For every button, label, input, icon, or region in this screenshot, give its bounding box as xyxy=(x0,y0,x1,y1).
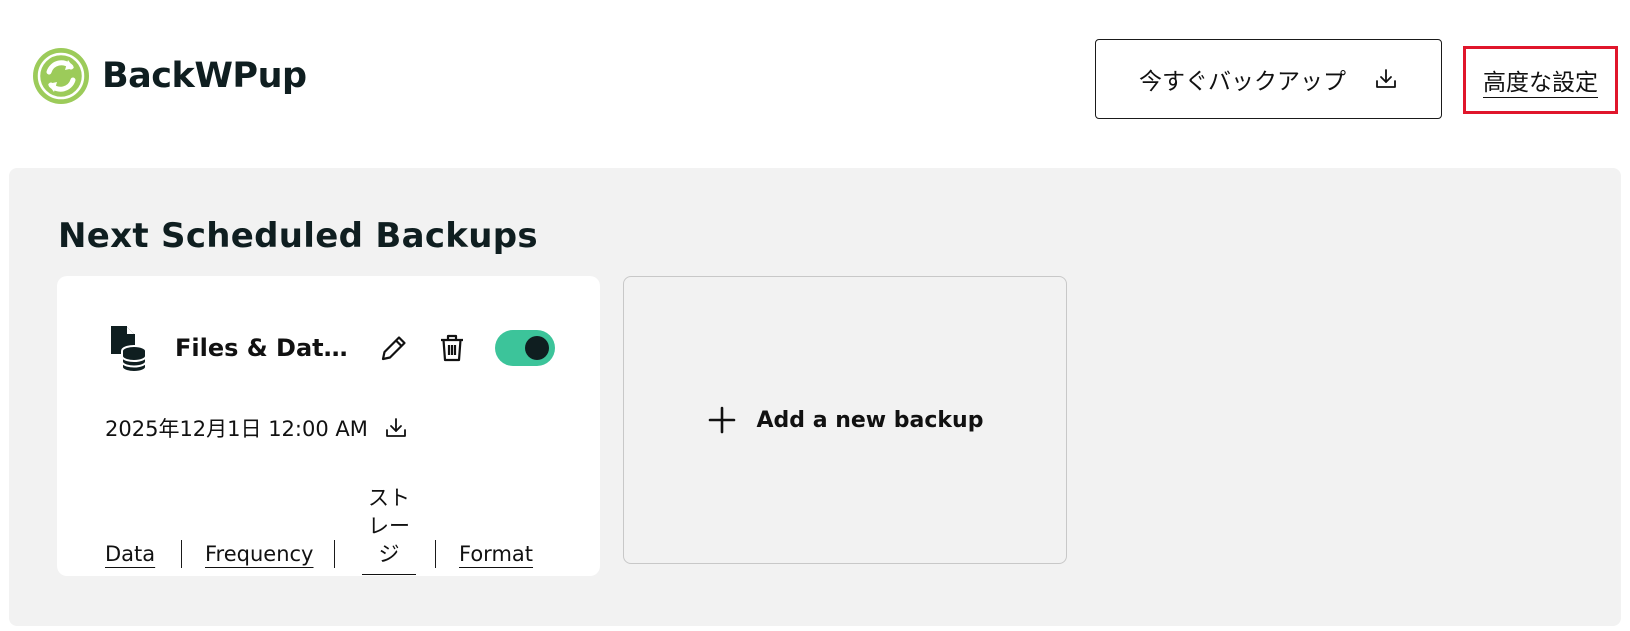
backup-job-title: Files & Data... xyxy=(175,334,355,362)
storage-link[interactable]: ストレージ xyxy=(362,484,416,575)
plus-icon xyxy=(708,406,735,434)
scheduled-backups-panel: Next Scheduled Backups Files & Data... 2… xyxy=(9,168,1621,626)
download-icon[interactable] xyxy=(384,416,408,440)
advanced-settings-link[interactable]: 高度な設定 xyxy=(1483,63,1598,97)
file-database-icon xyxy=(111,326,147,372)
backup-enabled-toggle[interactable] xyxy=(495,330,555,366)
frequency-link[interactable]: Frequency xyxy=(205,540,314,568)
backwpup-logo-icon xyxy=(33,48,89,104)
next-run-date: 2025年12月1日 12:00 AM xyxy=(105,417,368,441)
add-new-backup-card[interactable]: Add a new backup xyxy=(623,276,1067,564)
separator xyxy=(181,540,182,568)
data-link[interactable]: Data xyxy=(105,540,155,568)
card-meta-links: Data Frequency ストレージ Format xyxy=(105,484,551,575)
trash-icon[interactable] xyxy=(435,331,469,365)
pencil-icon[interactable] xyxy=(377,331,411,365)
separator xyxy=(435,540,436,568)
header: BackWPup 今すぐバックアップ 高度な設定 xyxy=(0,0,1630,160)
backup-job-card: Files & Data... 2025年12月1日 12:00 AM Data… xyxy=(57,276,600,576)
download-icon xyxy=(1376,69,1396,88)
next-run-row: 2025年12月1日 12:00 AM xyxy=(105,413,408,443)
logo-text: BackWPup xyxy=(102,56,307,96)
card-header: Files & Data... xyxy=(109,324,555,372)
advanced-settings-highlight: 高度な設定 xyxy=(1463,46,1618,114)
separator xyxy=(334,540,335,568)
backup-now-label: 今すぐバックアップ xyxy=(1139,69,1346,95)
add-new-backup-label: Add a new backup xyxy=(756,407,984,433)
format-link[interactable]: Format xyxy=(459,540,533,568)
panel-title: Next Scheduled Backups xyxy=(58,216,538,256)
backup-now-button[interactable]: 今すぐバックアップ xyxy=(1095,39,1442,119)
toggle-knob xyxy=(525,336,549,360)
logo[interactable]: BackWPup xyxy=(32,47,307,105)
